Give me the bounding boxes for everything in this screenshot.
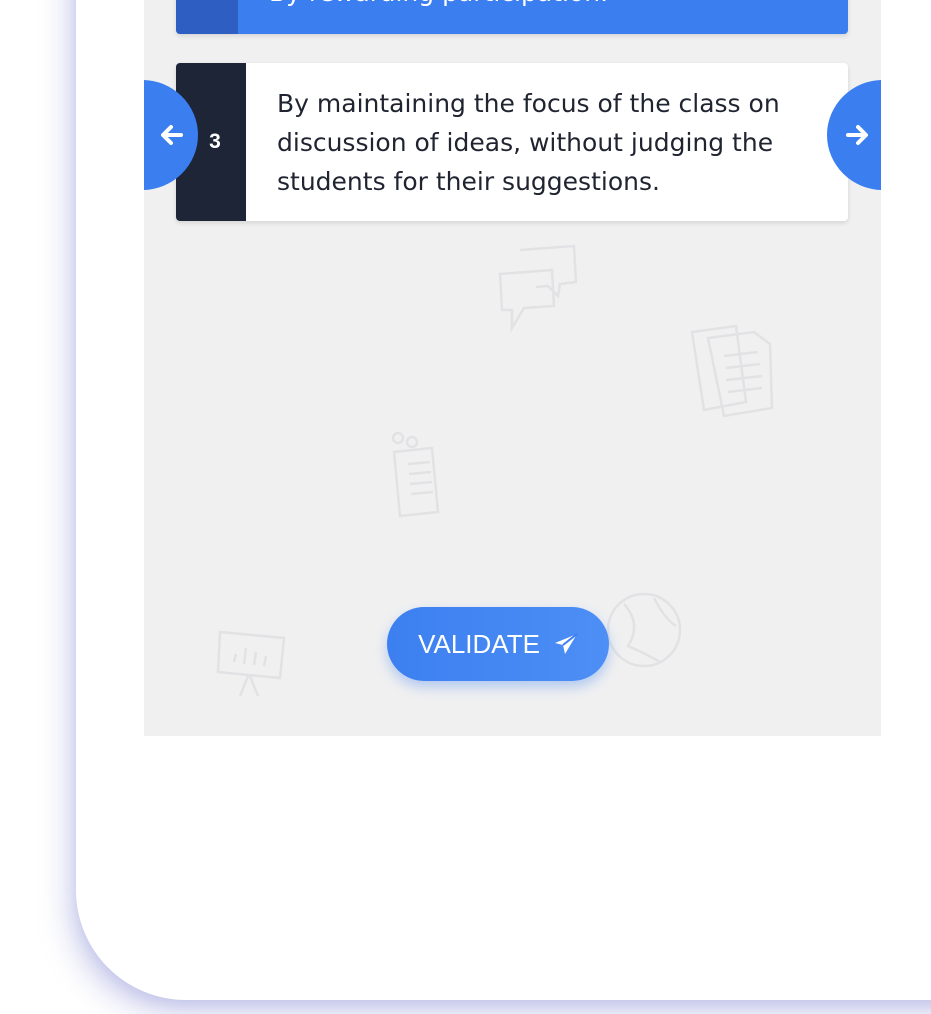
validate-label: VALIDATE <box>418 628 540 659</box>
option-text: By rewarding participation. <box>238 0 634 34</box>
answer-option-3[interactable]: 3 By maintaining the focus of the class … <box>176 63 848 221</box>
checklist-icon <box>391 431 440 518</box>
arrow-right-icon <box>846 125 868 145</box>
paper-plane-icon <box>554 633 578 654</box>
globe-icon <box>606 592 682 668</box>
documents-icon <box>690 324 774 418</box>
answer-option-2[interactable]: 2 By rewarding participation. <box>176 0 848 34</box>
validate-button[interactable]: VALIDATE <box>387 607 609 681</box>
chat-bubbles-icon <box>498 244 578 333</box>
arrow-left-icon <box>161 125 183 145</box>
option-number: 2 <box>176 0 238 34</box>
presentation-board-icon <box>216 630 286 697</box>
option-text: By maintaining the focus of the class on… <box>277 88 780 196</box>
quiz-screen: 2 By rewarding participation. 3 By maint… <box>144 0 881 736</box>
